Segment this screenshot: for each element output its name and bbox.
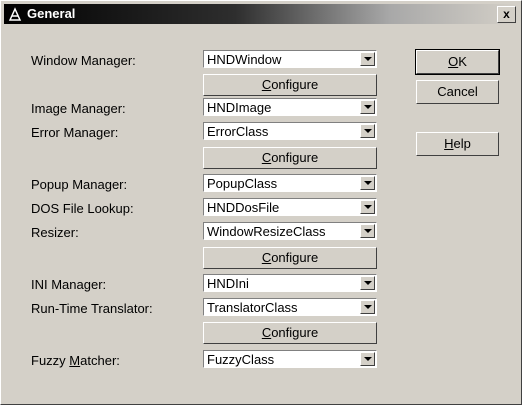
dos-file-lookup-label: DOS File Lookup: — [31, 201, 134, 216]
app-icon — [8, 7, 22, 21]
dropdown-arrow-icon[interactable] — [360, 200, 375, 214]
fuzzy-matcher-combo[interactable]: FuzzyClass — [203, 350, 377, 368]
resizer-label: Resizer: — [31, 225, 79, 240]
combo-value: HNDDosFile — [207, 200, 280, 215]
dropdown-arrow-icon[interactable] — [360, 52, 375, 66]
error-manager-label: Error Manager: — [31, 125, 119, 140]
resizer-combo[interactable]: WindowResizeClass — [203, 222, 377, 240]
dialog-window: General x Window Manager: HNDWindow Conf… — [0, 0, 522, 405]
combo-value: WindowResizeClass — [207, 224, 326, 239]
title-bar[interactable]: General x — [4, 4, 518, 24]
window-title: General — [27, 6, 76, 21]
window-manager-combo[interactable]: HNDWindow — [203, 50, 377, 68]
dropdown-arrow-icon[interactable] — [360, 352, 375, 366]
error-manager-combo[interactable]: ErrorClass — [203, 122, 377, 140]
cancel-button[interactable]: Cancel — [416, 80, 499, 104]
configure-resizer-button[interactable]: Configure — [203, 247, 377, 269]
ini-manager-label: INI Manager: — [31, 277, 107, 292]
combo-value: HNDWindow — [207, 52, 282, 67]
ok-button[interactable]: OK — [415, 49, 500, 75]
dropdown-arrow-icon[interactable] — [360, 224, 375, 238]
dropdown-arrow-icon[interactable] — [360, 300, 375, 314]
combo-value: TranslatorClass — [207, 300, 298, 315]
configure-translator-button[interactable]: Configure — [203, 322, 377, 344]
close-button[interactable]: x — [497, 6, 516, 23]
image-manager-combo[interactable]: HNDImage — [203, 98, 377, 116]
combo-value: ErrorClass — [207, 124, 269, 139]
dos-file-lookup-combo[interactable]: HNDDosFile — [203, 198, 377, 216]
dropdown-arrow-icon[interactable] — [360, 100, 375, 114]
combo-value: HNDImage — [207, 100, 272, 115]
ini-manager-combo[interactable]: HNDIni — [203, 274, 377, 292]
popup-manager-combo[interactable]: PopupClass — [203, 174, 377, 192]
configure-window-button[interactable]: Configure — [203, 74, 377, 96]
dropdown-arrow-icon[interactable] — [360, 176, 375, 190]
combo-value: FuzzyClass — [207, 352, 275, 367]
dropdown-arrow-icon[interactable] — [360, 124, 375, 138]
configure-error-button[interactable]: Configure — [203, 147, 377, 169]
image-manager-label: Image Manager: — [31, 101, 126, 116]
combo-value: HNDIni — [207, 276, 249, 291]
dropdown-arrow-icon[interactable] — [360, 276, 375, 290]
window-manager-label: Window Manager: — [31, 53, 136, 68]
combo-value: PopupClass — [207, 176, 278, 191]
runtime-translator-label: Run-Time Translator: — [31, 301, 153, 316]
fuzzy-matcher-label: Fuzzy Matcher: — [31, 353, 120, 368]
runtime-translator-combo[interactable]: TranslatorClass — [203, 298, 377, 316]
help-button[interactable]: Help — [416, 132, 499, 156]
popup-manager-label: Popup Manager: — [31, 177, 128, 192]
